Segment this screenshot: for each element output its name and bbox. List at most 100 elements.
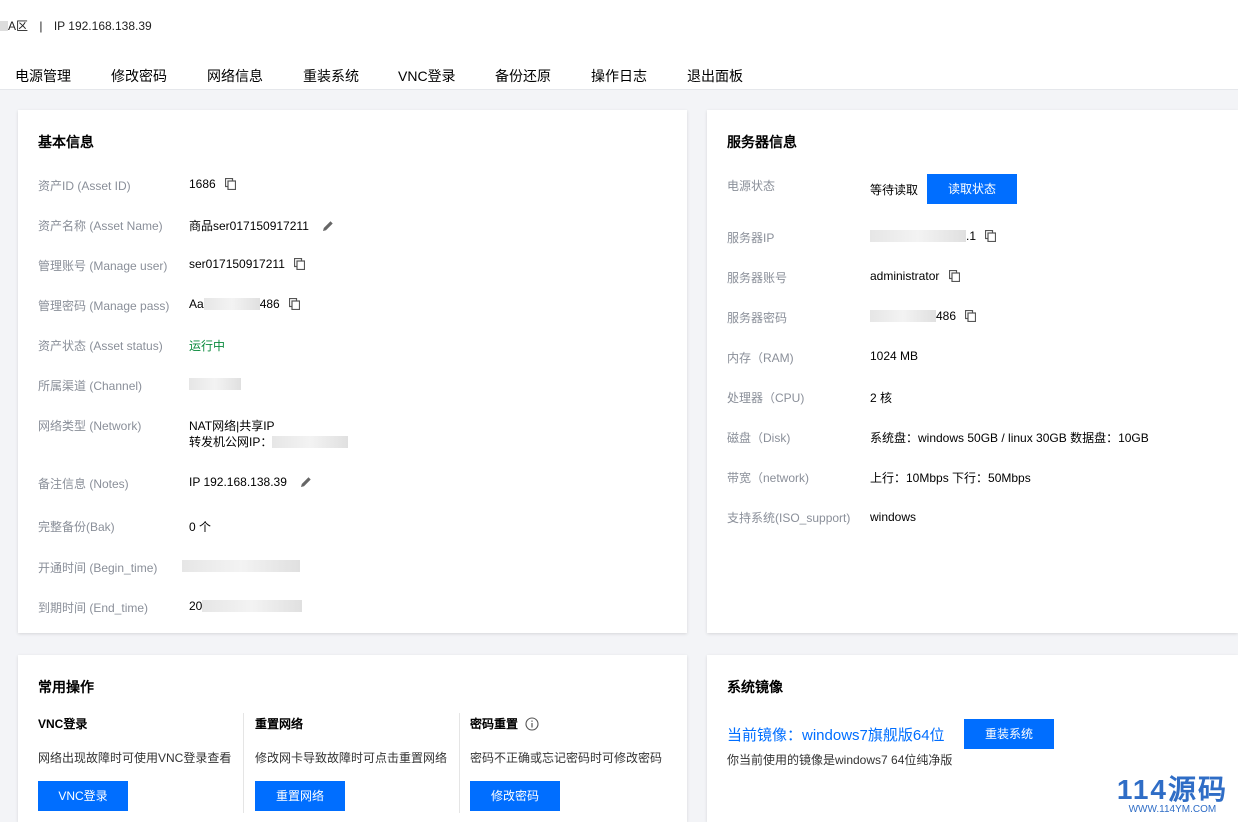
server-account-text: administrator: [870, 269, 940, 283]
masked-password: [203, 298, 260, 310]
nav-network-info[interactable]: 网络信息: [207, 66, 263, 86]
notes-text: IP 192.168.138.39: [189, 475, 287, 489]
cpu-value: 2 核: [870, 391, 893, 405]
server-info-title: 服务器信息: [727, 134, 797, 150]
manage-pass-text: Aa: [189, 297, 204, 311]
masked-end-time: [202, 600, 303, 612]
ops-divider: [243, 713, 244, 813]
read-status-button[interactable]: 读取状态: [927, 174, 1017, 204]
cpu-label: 处理器（CPU): [727, 391, 805, 405]
manage-pass-value: Aa 486: [189, 297, 301, 313]
copy-icon[interactable]: [294, 257, 306, 273]
reset-network-button[interactable]: 重置网络: [255, 781, 345, 811]
copy-icon[interactable]: [965, 309, 977, 325]
notes-value: IP 192.168.138.39: [189, 475, 312, 491]
copy-icon[interactable]: [288, 297, 301, 313]
asset-name-label: 资产名称 (Asset Name): [38, 219, 163, 233]
reset-network-op-desc: 修改网卡导致故障时可点击重置网络: [255, 751, 448, 765]
password-reset-op-desc: 密码不正确或忘记密码时可修改密码: [470, 751, 663, 765]
disk-value: 系统盘：windows 50GB / linux 30GB 数据盘：10GB: [870, 431, 1149, 445]
ram-value: 1024 MB: [870, 349, 919, 363]
ops-divider: [459, 713, 460, 813]
server-ip-text: .1: [966, 229, 977, 243]
asset-status-value: 运行中: [189, 339, 226, 353]
asset-id-label: 资产ID (Asset ID): [38, 179, 131, 193]
power-status-label: 电源状态: [727, 179, 776, 193]
nav-backup-restore[interactable]: 备份还原: [495, 66, 551, 86]
manage-user-label: 管理账号 (Manage user): [38, 259, 168, 273]
masked-server-ip: [870, 230, 966, 242]
asset-status-label: 资产状态 (Asset status): [38, 339, 163, 353]
power-status-value: 等待读取: [870, 183, 919, 197]
nav-reinstall-system[interactable]: 重装系统: [303, 66, 359, 86]
current-image-text: 当前镜像：windows7旗舰版64位: [727, 727, 945, 744]
server-password-text: 486: [936, 309, 957, 323]
nav-exit-panel[interactable]: 退出面板: [687, 66, 743, 86]
manage-pass-tail: 486: [259, 297, 280, 311]
watermark-url-text: WWW.114YM.COM: [1128, 804, 1217, 815]
asset-id-text: 1686: [189, 177, 216, 191]
nav-power-management[interactable]: 电源管理: [15, 66, 71, 86]
disk-label: 磁盘（Disk): [727, 431, 791, 445]
masked-channel: [189, 378, 241, 390]
server-ip-value: .1: [870, 229, 997, 245]
network-label: 网络类型 (Network): [38, 419, 142, 433]
masked-server-password: [870, 310, 936, 322]
asset-name-value: 商品ser017150917211: [189, 217, 334, 235]
nav-change-password[interactable]: 修改密码: [111, 66, 167, 86]
password-reset-op-title-text: 密码重置: [470, 717, 519, 731]
backup-value: 0 个: [189, 520, 212, 534]
channel-value: [189, 377, 241, 391]
copy-icon[interactable]: [224, 177, 237, 193]
basic-info-card: 基本信息 资产ID (Asset ID) 1686 资产名称 (Asset Na…: [18, 110, 687, 633]
copy-icon[interactable]: [985, 229, 997, 245]
edit-pencil-icon[interactable]: [300, 476, 312, 491]
basic-info-title: 基本信息: [38, 134, 94, 150]
end-time-text: 20: [189, 599, 203, 613]
asset-name-text: 商品ser017150917211: [189, 219, 309, 233]
top-bar: A区 | IP 192.168.138.39 电源管理 修改密码 网络信息 重装…: [0, 0, 1238, 90]
manage-pass-label: 管理密码 (Manage pass): [38, 299, 170, 313]
info-icon[interactable]: [525, 717, 539, 734]
manage-user-text: ser017150917211: [189, 257, 285, 271]
server-password-label: 服务器密码: [727, 311, 788, 325]
password-reset-op-title: 密码重置: [470, 715, 539, 734]
forwarder-ip-label: 转发机公网IP：: [189, 435, 273, 449]
end-time-value: 20: [189, 599, 303, 613]
masked-region-prefix: [0, 21, 8, 31]
watermark-big-text: 114源码: [1116, 774, 1228, 805]
begin-time-value: [182, 559, 300, 573]
copy-icon[interactable]: [948, 269, 960, 285]
nav-operation-log[interactable]: 操作日志: [591, 66, 647, 86]
channel-label: 所属渠道 (Channel): [38, 379, 143, 393]
bandwidth-label: 带宽（network): [727, 471, 810, 485]
notes-label: 备注信息 (Notes): [38, 477, 129, 491]
server-info-card: 服务器信息 电源状态 等待读取 读取状态 服务器IP .1 服务器账号 admi…: [707, 110, 1238, 633]
system-image-title: 系统镜像: [727, 679, 783, 695]
edit-pencil-icon[interactable]: [322, 220, 334, 235]
region-info: A区 | IP 192.168.138.39: [0, 17, 152, 34]
end-time-label: 到期时间 (End_time): [38, 601, 149, 615]
iso-support-label: 支持系统(ISO_support): [727, 511, 851, 525]
backup-label: 完整备份(Bak): [38, 520, 115, 534]
forwarder-ip-value: 转发机公网IP：: [189, 433, 349, 450]
begin-time-label: 开通时间 (Begin_time): [38, 561, 158, 575]
asset-id-value: 1686: [189, 177, 237, 193]
server-ip-label: 服务器IP: [727, 231, 775, 245]
masked-begin-time: [182, 560, 300, 572]
change-password-button[interactable]: 修改密码: [470, 781, 560, 811]
manage-user-value: ser017150917211: [189, 257, 306, 273]
reset-network-op-title: 重置网络: [255, 717, 304, 731]
reinstall-system-button[interactable]: 重装系统: [964, 719, 1054, 749]
masked-forwarder-ip: [272, 436, 349, 448]
vnc-login-button[interactable]: VNC登录: [38, 781, 128, 811]
region-separator: |: [39, 19, 43, 33]
nav-vnc-login[interactable]: VNC登录: [398, 66, 456, 86]
watermark-logo: 114源码 WWW.114YM.COM: [1117, 776, 1228, 816]
ram-label: 内存（RAM): [727, 351, 794, 365]
common-ops-card: 常用操作 VNC登录 网络出现故障时可使用VNC登录查看 VNC登录 重置网络 …: [18, 655, 687, 822]
network-type-value: NAT网络|共享IP: [189, 419, 275, 433]
current-image-desc: 你当前使用的镜像是windows7 64位纯净版: [727, 753, 953, 767]
header-ip: IP 192.168.138.39: [53, 19, 152, 33]
bandwidth-value: 上行：10Mbps 下行：50Mbps: [870, 471, 1031, 485]
